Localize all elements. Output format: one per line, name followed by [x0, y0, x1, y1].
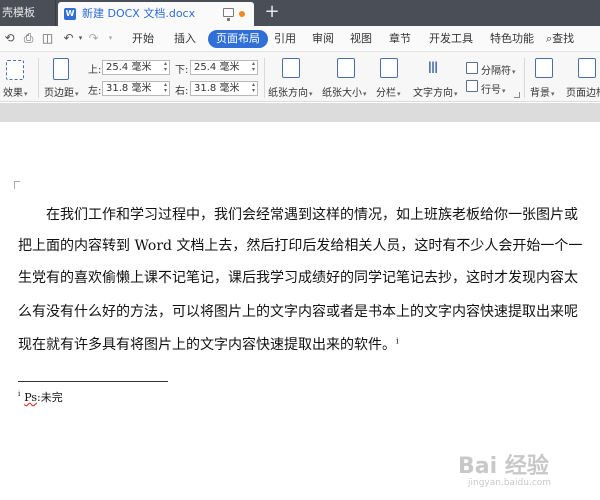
footnote: i Ps:未完 [18, 389, 63, 405]
left-margin-label: 左: [88, 86, 102, 97]
menu-dev-tools[interactable]: 开发工具 [429, 30, 473, 48]
baidu-watermark-url: jingyan.baidu.com [468, 478, 552, 488]
line-numbers-icon[interactable] [466, 80, 478, 92]
right-margin-field[interactable]: 31.8 毫米 ▴ ▾ [190, 81, 258, 96]
tab-document-title: 新建 DOCX 文档.docx [82, 7, 196, 20]
more-dropdown-icon[interactable]: ▾ [104, 32, 117, 45]
footnote-text: :未完 [37, 391, 63, 404]
new-tab-button[interactable]: + [262, 0, 282, 26]
line-numbers-button[interactable]: 行号▾ [481, 81, 506, 96]
dialog-launcher-icon[interactable] [514, 92, 520, 98]
ribbon-toolbar: 效果▾ 页边距▾ 上: 25.4 毫米 ▴ ▾ 下: 25.4 毫米 ▴ ▾ 左: 31… [0, 52, 600, 102]
search-button[interactable]: ⌕查找 [546, 30, 574, 48]
top-margin-label: 上: [88, 65, 102, 76]
paper-size-icon[interactable] [337, 58, 355, 78]
tab-template[interactable]: 壳模板 [0, 0, 56, 26]
left-margin-field[interactable]: 31.8 毫米 ▴ ▾ [102, 81, 170, 96]
page-border-icon[interactable] [578, 58, 596, 78]
unsaved-dot-icon [239, 11, 245, 17]
menu-view[interactable]: 视图 [350, 30, 372, 48]
text-direction-icon[interactable]: Ⅲ [424, 58, 442, 78]
menu-references[interactable]: 引用 [274, 30, 296, 48]
workspace-band [0, 103, 600, 122]
menu-sections[interactable]: 章节 [389, 30, 411, 48]
print-icon[interactable]: ⎙ [22, 32, 35, 45]
menu-insert[interactable]: 插入 [174, 30, 196, 48]
separator [264, 58, 265, 98]
paragraph-line-4: 么有没有什么好的方法，可以将图片上的文字内容或者是书本上的文字内容快速提取出来呢 [18, 304, 578, 320]
endnote-marker[interactable]: i [396, 336, 399, 345]
break-icon[interactable] [466, 62, 478, 74]
paragraph-line-2: 把上面的内容转到 Word 文档上去，然后打印后发给相关人员，这时有不少人会开始… [18, 238, 583, 254]
word-doc-icon: W [64, 8, 76, 20]
text-direction-button[interactable]: 文字方向▾ [413, 84, 458, 99]
bottom-margin-label: 下: [175, 65, 189, 76]
orientation-button[interactable]: 纸张方向▾ [268, 84, 313, 99]
break-button[interactable]: 分隔符▾ [481, 62, 516, 77]
background-button[interactable]: 背景▾ [530, 84, 555, 99]
separator [38, 58, 39, 98]
footnote-ps: Ps [24, 391, 38, 404]
footnote-marker: i [18, 390, 21, 399]
undo-icon[interactable]: ⟲ [3, 32, 16, 45]
paper-size-button[interactable]: 纸张大小▾ [322, 84, 367, 99]
page-margins-icon[interactable] [53, 58, 69, 80]
tab-bar: 壳模板 W 新建 DOCX 文档.docx + [0, 0, 600, 26]
page-border-button[interactable]: 页面边框 [566, 84, 600, 99]
right-margin-label: 右: [175, 86, 189, 97]
menu-special-features[interactable]: 特色功能 [490, 30, 534, 48]
menu-bar: ⟲ ⎙ ◫ ↶ ▾ ↷ ▾ 开始 插入 页面布局 引用 审阅 视图 章节 开发工… [0, 26, 600, 52]
bottom-margin-field[interactable]: 25.4 毫米 ▴ ▾ [190, 60, 258, 75]
tab-document[interactable]: W 新建 DOCX 文档.docx [58, 2, 254, 26]
undo-dropdown-icon[interactable]: ▾ [74, 32, 87, 45]
columns-icon[interactable] [380, 58, 398, 78]
separator [524, 58, 525, 98]
text-boundary-mark [14, 181, 20, 189]
preview-icon[interactable]: ◫ [41, 32, 54, 45]
menu-home[interactable]: 开始 [132, 30, 154, 48]
search-label: 查找 [552, 32, 575, 45]
paragraph-line-1: 在我们工作和学习过程中，我们会经常遇到这样的情况，如上班族老板给你一张图片或 [46, 207, 578, 223]
effects-button[interactable]: 效果▾ [3, 84, 28, 99]
top-margin-field[interactable]: 25.4 毫米 ▴ ▾ [102, 60, 170, 75]
paragraph-line-3: 生党有的喜欢偷懒上课不记笔记，课后我学习成绩好的同学记笔记去抄，这时才发现内容太 [18, 270, 578, 286]
paragraph-line-5: 现在就有许多具有将图片上的文字内容快速提取出来的软件。i [18, 336, 399, 353]
menu-page-layout[interactable]: 页面布局 [208, 30, 268, 48]
orientation-icon[interactable] [282, 58, 300, 78]
redo-arrow-icon[interactable]: ↷ [87, 32, 100, 45]
menu-review[interactable]: 审阅 [312, 30, 334, 48]
background-icon[interactable] [535, 58, 553, 78]
page-margins-button[interactable]: 页边距▾ [44, 84, 79, 99]
footnote-separator [18, 381, 168, 382]
columns-button[interactable]: 分栏▾ [376, 84, 401, 99]
baidu-watermark: Bai 经验 [458, 454, 549, 479]
monitor-icon[interactable] [223, 8, 234, 21]
effects-icon[interactable] [6, 60, 24, 80]
